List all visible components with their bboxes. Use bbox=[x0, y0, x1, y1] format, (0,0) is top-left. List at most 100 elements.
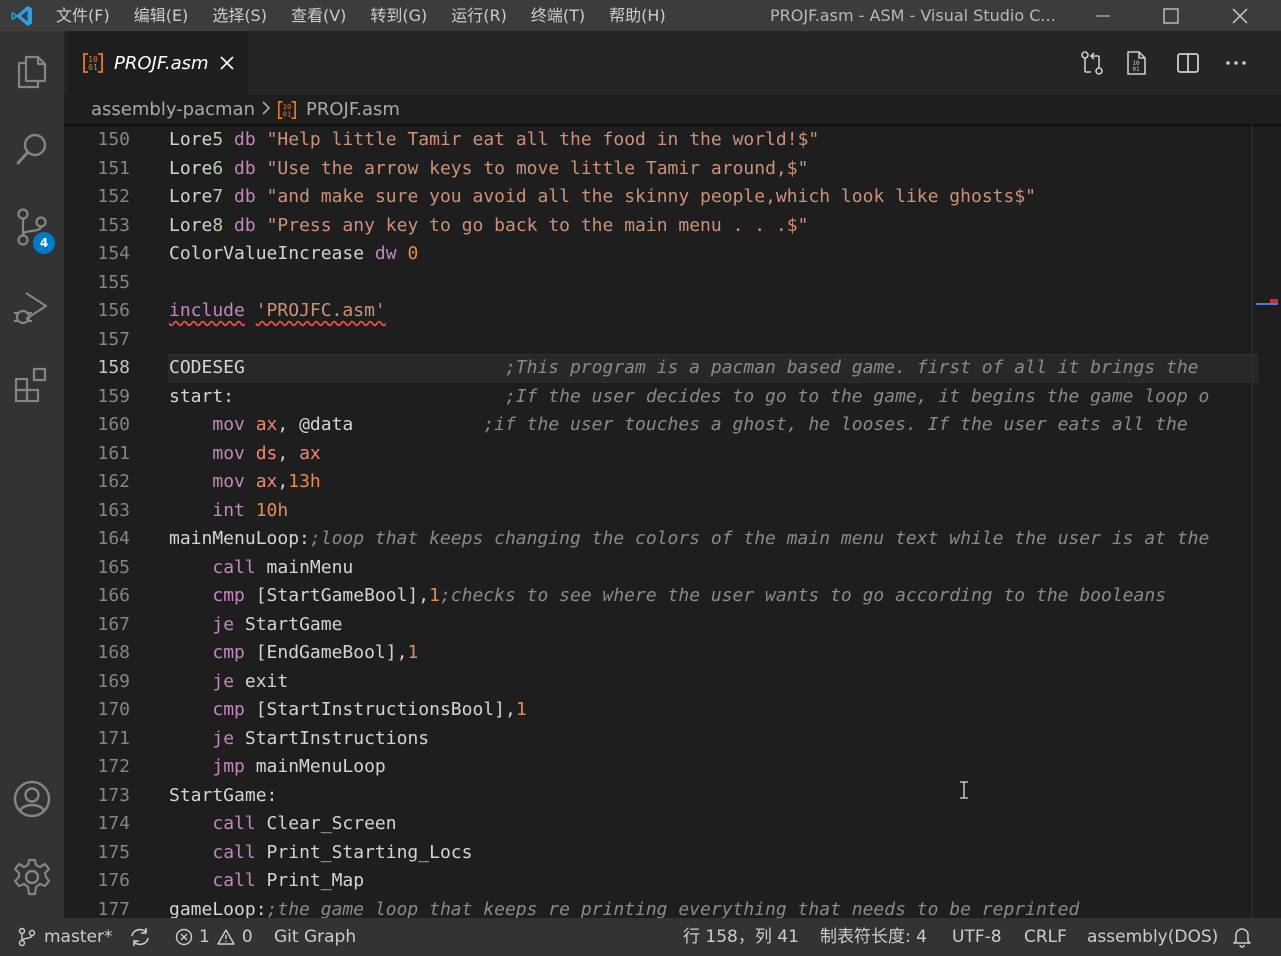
code-token: ColorValueIncrease bbox=[169, 243, 375, 264]
line-number: 172 bbox=[97, 756, 130, 777]
file-binary-icon: 10 01 bbox=[1127, 51, 1146, 75]
line-number: 166 bbox=[97, 585, 130, 606]
accounts-button[interactable] bbox=[0, 767, 64, 831]
status-bar: master* 1 0 Git Graph 行 158，列 41 制表符长度: … bbox=[0, 918, 1281, 956]
scm-count-badge: 4 bbox=[33, 232, 55, 254]
line-code: mainMenuLoop:;loop that keeps changing t… bbox=[169, 525, 1209, 554]
line-number: 175 bbox=[97, 841, 130, 863]
menu-item[interactable]: 转到(G) bbox=[358, 0, 439, 31]
menu-item[interactable]: 查看(V) bbox=[279, 0, 358, 31]
title-bar: 文件(F) 编辑(E) 选择(S) 查看(V) 转到(G) 运行(R) 终端(T) 帮助(H)… bbox=[0, 0, 1281, 31]
line-code: start: ;If the user decides to go to the… bbox=[169, 383, 1209, 412]
sync-button[interactable] bbox=[129, 918, 151, 956]
manage-button[interactable] bbox=[0, 845, 64, 909]
code-token: 1 bbox=[429, 585, 440, 606]
breadcrumb-folder[interactable]: assembly-pacman bbox=[91, 99, 255, 120]
extensions-button[interactable] bbox=[0, 353, 64, 417]
code-line: 158 CODESEG ;This program is a pacman bas… bbox=[64, 354, 1254, 383]
code-token: mainMenuLoop bbox=[244, 756, 386, 777]
line-code: CODESEG ;This program is a pacman based … bbox=[169, 354, 1199, 383]
menu-item[interactable]: 运行(R) bbox=[439, 0, 519, 31]
open-changes-button[interactable] bbox=[1078, 49, 1106, 77]
notifications-button[interactable] bbox=[1232, 918, 1252, 956]
code-token: jmp bbox=[212, 756, 245, 777]
svg-text:01: 01 bbox=[283, 109, 292, 118]
line-code: StartGame: bbox=[169, 782, 277, 811]
cursor-position[interactable]: 行 158，列 41 bbox=[683, 918, 799, 956]
line-code: mov ax,13h bbox=[169, 468, 321, 497]
code-line: 172 jmp mainMenuLoop bbox=[64, 753, 1254, 782]
problems-indicator[interactable]: 1 0 bbox=[175, 918, 253, 956]
code-token: call bbox=[212, 556, 256, 578]
line-code: jmp mainMenuLoop bbox=[169, 753, 386, 782]
language-mode-indicator[interactable]: assembly(DOS) bbox=[1087, 918, 1218, 956]
explorer-button[interactable] bbox=[0, 39, 64, 103]
line-number: 169 bbox=[97, 670, 130, 692]
line-code: int 10h bbox=[169, 497, 288, 526]
line-code: call Print_Map bbox=[169, 867, 364, 896]
asm-file-icon: 10 01 bbox=[277, 100, 296, 119]
code-token: ds bbox=[255, 442, 278, 464]
code-line: 177 gameLoop:;the game loop that keeps re… bbox=[64, 896, 1254, 919]
split-editor-button[interactable] bbox=[1174, 49, 1202, 77]
maximize-button[interactable] bbox=[1138, 0, 1204, 31]
menu-item[interactable]: 选择(S) bbox=[200, 0, 279, 31]
code-token: "Help little Tamir eat all the food in t… bbox=[266, 129, 820, 150]
encoding-indicator[interactable]: UTF-8 bbox=[952, 918, 1002, 956]
git-graph-button[interactable]: Git Graph bbox=[274, 918, 356, 956]
code-token: ;checks to see where the user wants to g… bbox=[439, 585, 1167, 606]
code-token: Print_Map bbox=[255, 870, 365, 891]
code-token: mainMenu bbox=[255, 556, 354, 578]
tab-bar: 10 01 PROJF.asm 10 01 bbox=[64, 31, 1281, 95]
code-line: 157 bbox=[64, 326, 1254, 355]
menu-item[interactable]: 文件(F) bbox=[44, 0, 122, 31]
minimize-button[interactable] bbox=[1070, 0, 1136, 31]
code-line: 161 mov ds, ax bbox=[64, 440, 1254, 469]
line-number: 158 bbox=[97, 357, 130, 378]
line-number: 168 bbox=[97, 642, 130, 663]
menu-item[interactable]: 终端(T) bbox=[519, 0, 597, 31]
eol-indicator[interactable]: CRLF bbox=[1024, 918, 1067, 956]
code-token: "Use the arrow keys to move little Tamir… bbox=[266, 157, 809, 179]
code-token: mov bbox=[212, 414, 245, 435]
code-token: 1 bbox=[515, 699, 527, 720]
tab-projf-asm[interactable]: 10 01 PROJF.asm bbox=[68, 31, 248, 95]
menu-item[interactable]: 编辑(E) bbox=[122, 0, 201, 31]
code-line: 162 mov ax,13h bbox=[64, 468, 1254, 497]
code-token: StartGame bbox=[234, 613, 343, 635]
breadcrumb-file[interactable]: PROJF.asm bbox=[306, 99, 400, 120]
activity-bar: 4 bbox=[0, 31, 64, 918]
search-button[interactable] bbox=[0, 117, 64, 181]
source-control-button[interactable] bbox=[0, 195, 64, 259]
menu-item[interactable]: 帮助(H) bbox=[597, 0, 678, 31]
run-debug-button[interactable] bbox=[0, 275, 64, 339]
code-token: ;This program is a pacman based game. fi… bbox=[504, 357, 1199, 378]
code-token: je bbox=[212, 727, 235, 749]
search-icon bbox=[16, 133, 47, 165]
open-preview-button[interactable]: 10 01 bbox=[1122, 49, 1150, 77]
code-token: ax bbox=[255, 414, 278, 435]
code-token: call bbox=[212, 841, 256, 863]
code-token: mov bbox=[212, 471, 245, 492]
close-window-button[interactable] bbox=[1207, 0, 1273, 31]
code-line: 173 StartGame: bbox=[64, 782, 1254, 811]
code-token: 13h bbox=[288, 471, 321, 492]
code-line: 175 call Print_Starting_Locs bbox=[64, 839, 1254, 868]
extensions-icon bbox=[14, 367, 47, 403]
code-lines: 150 Lore5 db "Help little Tamir eat all t… bbox=[64, 126, 1254, 918]
line-number: 151 bbox=[97, 157, 130, 179]
vertical-scrollbar[interactable] bbox=[1252, 124, 1253, 918]
line-code: je StartGame bbox=[169, 611, 342, 640]
code-editor[interactable]: 150 Lore5 db "Help little Tamir eat all t… bbox=[64, 124, 1281, 918]
close-tab-icon[interactable] bbox=[219, 55, 235, 71]
branch-indicator[interactable]: master* bbox=[18, 918, 112, 956]
more-actions-button[interactable] bbox=[1222, 49, 1250, 77]
tab-size-indicator[interactable]: 制表符长度: 4 bbox=[820, 918, 927, 956]
code-line: 164 mainMenuLoop:;loop that keeps changin… bbox=[64, 525, 1254, 554]
